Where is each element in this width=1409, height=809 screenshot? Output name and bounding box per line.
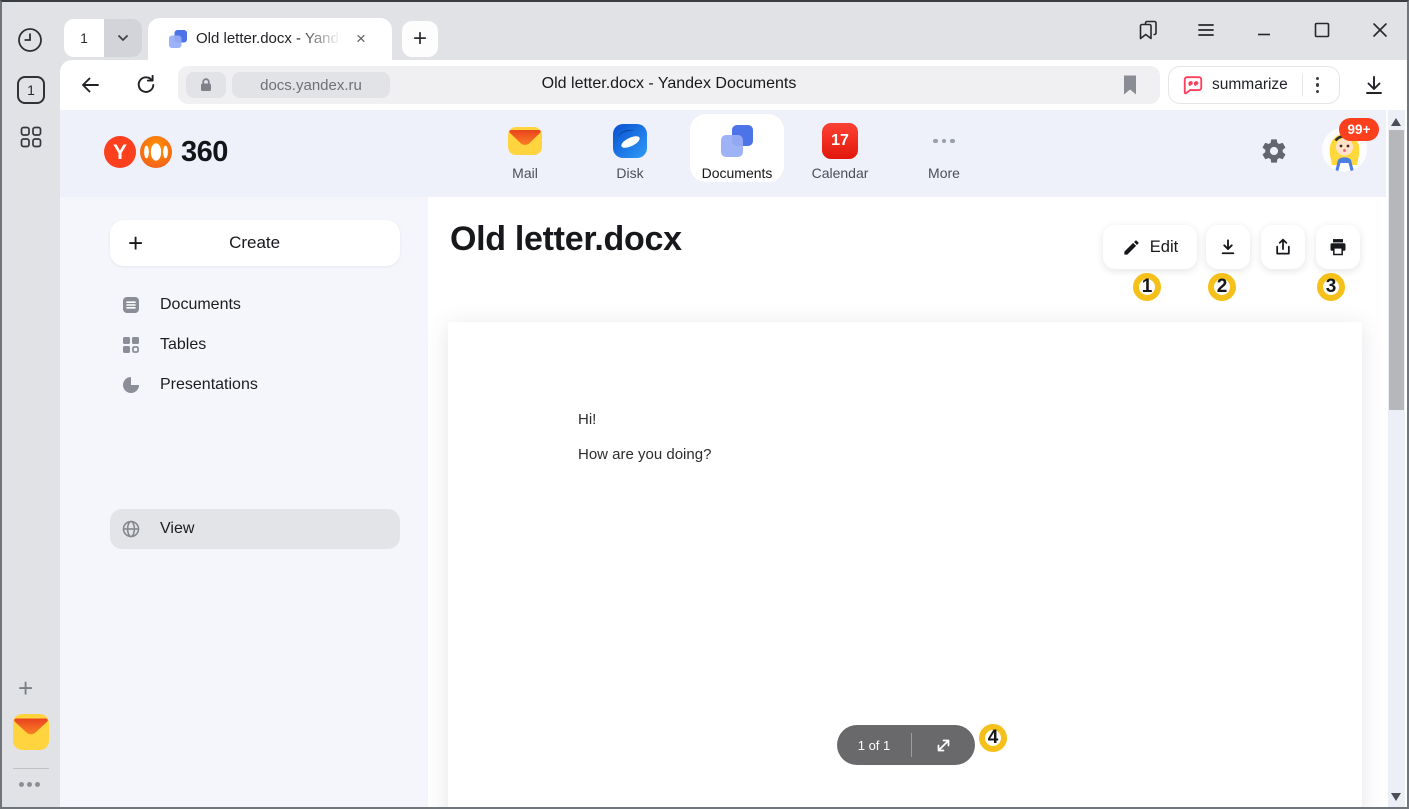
download-icon (1218, 237, 1238, 257)
notification-badge: 99+ (1339, 118, 1379, 141)
sidebar-item-label: View (160, 520, 194, 538)
summarize-label: summarize (1212, 76, 1288, 94)
pencil-icon (1122, 238, 1141, 257)
nav-label: Documents (689, 165, 785, 181)
calendar-icon: 17 (822, 123, 858, 159)
create-button[interactable]: + Create (110, 220, 400, 266)
create-label: Create (143, 233, 366, 253)
share-button[interactable] (1261, 225, 1305, 269)
summarize-quote-icon (1182, 74, 1204, 96)
nav-label: Disk (582, 165, 678, 181)
chevron-down-icon[interactable] (104, 19, 142, 57)
scroll-up-icon[interactable] (1391, 118, 1401, 126)
kebab-menu-icon[interactable] (1316, 77, 1320, 94)
mail-icon (477, 122, 573, 160)
documents-favicon (168, 29, 188, 54)
nav-label: More (896, 165, 992, 181)
history-icon[interactable] (16, 26, 44, 59)
globe-icon (122, 520, 140, 538)
plus-icon: + (128, 231, 143, 255)
pager-toolbar[interactable]: 1 of 1 (837, 725, 975, 765)
fullscreen-expand-icon[interactable] (912, 737, 975, 754)
tab-strip: 1 Old letter.docx - Yandex × + (60, 0, 1409, 60)
nav-label: Mail (477, 165, 573, 181)
tab-title-fade (298, 28, 348, 50)
tab-group-count[interactable]: 1 (64, 19, 104, 57)
page-scrollbar[interactable] (1388, 110, 1405, 809)
sidebar-item-label: Presentations (160, 376, 258, 394)
documents-icon (122, 296, 140, 314)
presentations-icon (122, 376, 140, 394)
scroll-down-icon[interactable] (1391, 793, 1401, 801)
document-line: How are you doing? (578, 446, 711, 463)
yandex-360-logo[interactable]: Y 360 (103, 134, 228, 170)
sidebar-item-label: Documents (160, 296, 241, 314)
document-line: Hi! (578, 411, 596, 428)
browser-tab[interactable]: Old letter.docx - Yandex × (148, 18, 392, 60)
logo-360-text: 360 (181, 136, 228, 169)
tables-icon (122, 336, 140, 354)
share-icon (1273, 237, 1293, 257)
web-page: Y 360 Mail (60, 110, 1409, 809)
download-button[interactable] (1206, 225, 1250, 269)
summarize-button[interactable]: summarize (1168, 66, 1340, 104)
side-panels-icon[interactable] (1135, 17, 1161, 43)
rail-more-icon[interactable] (19, 782, 40, 787)
sidebar-item-view[interactable]: View (110, 509, 400, 549)
address-bar[interactable]: docs.yandex.ru Old letter.docx - Yandex … (178, 66, 1160, 104)
bookmark-icon[interactable] (1120, 74, 1140, 101)
document-title: Old letter.docx (450, 220, 682, 259)
nav-label: Calendar (792, 165, 888, 181)
annotation-circle-2: 2 (1208, 273, 1236, 301)
sidebar-item-tables[interactable]: Tables (110, 325, 400, 365)
edit-label: Edit (1150, 238, 1178, 257)
sidebar-item-documents[interactable]: Documents (110, 285, 400, 325)
all-tabs-grid-icon[interactable] (20, 126, 42, 153)
annotation-circle-4: 4 (979, 724, 1007, 752)
nav-item-calendar[interactable]: 17 Calendar (792, 122, 888, 181)
tab-counter-button[interactable]: 1 (17, 76, 45, 104)
nav-item-mail[interactable]: Mail (477, 122, 573, 181)
scrollbar-thumb[interactable] (1389, 130, 1404, 410)
new-tab-button[interactable]: + (402, 21, 438, 57)
svg-text:Y: Y (113, 141, 127, 164)
annotation-circle-3: 3 (1317, 273, 1345, 301)
summarize-divider (1302, 74, 1303, 96)
reload-icon[interactable] (134, 73, 158, 102)
browser-toolbar: docs.yandex.ru Old letter.docx - Yandex … (60, 60, 1409, 110)
sidebar-item-presentations[interactable]: Presentations (110, 365, 400, 405)
nav-item-disk[interactable]: Disk (582, 122, 678, 181)
annotation-circle-1: 1 (1133, 273, 1161, 301)
tab-close-icon[interactable]: × (352, 30, 370, 48)
tab-group-chip[interactable]: 1 (64, 19, 142, 57)
disk-icon (582, 122, 678, 160)
documents-sidebar: + Create Documents Tables Presentations … (60, 197, 428, 809)
page-title[interactable]: Old letter.docx - Yandex Documents (178, 75, 1160, 93)
settings-gear-icon[interactable] (1260, 137, 1288, 170)
documents-cube-icon (689, 122, 785, 160)
rail-divider (13, 768, 49, 769)
downloads-icon[interactable] (1362, 73, 1386, 102)
yandex-mail-app-icon[interactable] (13, 714, 49, 750)
maximize-button[interactable] (1309, 17, 1335, 43)
browser-menu-icon[interactable] (1193, 17, 1219, 43)
print-icon (1328, 237, 1348, 257)
rail-add-icon[interactable]: + (18, 676, 33, 700)
print-button[interactable] (1316, 225, 1360, 269)
browser-window: 1 + 1 Old letter.docx - Yandex (0, 0, 1409, 809)
service-header: Y 360 Mail (60, 110, 1386, 197)
more-dots-icon (933, 139, 955, 144)
close-button[interactable] (1367, 17, 1393, 43)
page-counter: 1 of 1 (837, 738, 911, 753)
edit-button[interactable]: Edit (1103, 225, 1197, 269)
nav-item-documents[interactable]: Documents (689, 122, 785, 181)
minimize-button[interactable] (1251, 17, 1277, 43)
nav-item-more[interactable]: More (896, 122, 992, 181)
sidebar-item-label: Tables (160, 336, 206, 354)
browser-side-rail: 1 + (0, 0, 60, 809)
back-icon[interactable] (78, 73, 102, 102)
